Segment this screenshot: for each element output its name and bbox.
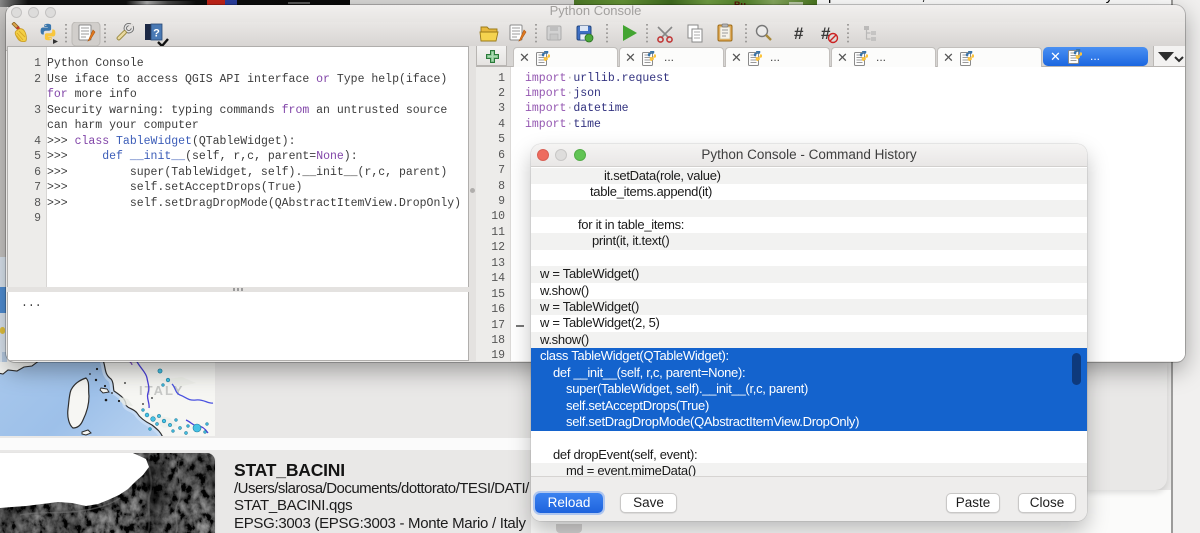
svg-text:#: # bbox=[794, 24, 804, 43]
svg-text:?: ? bbox=[153, 28, 160, 40]
